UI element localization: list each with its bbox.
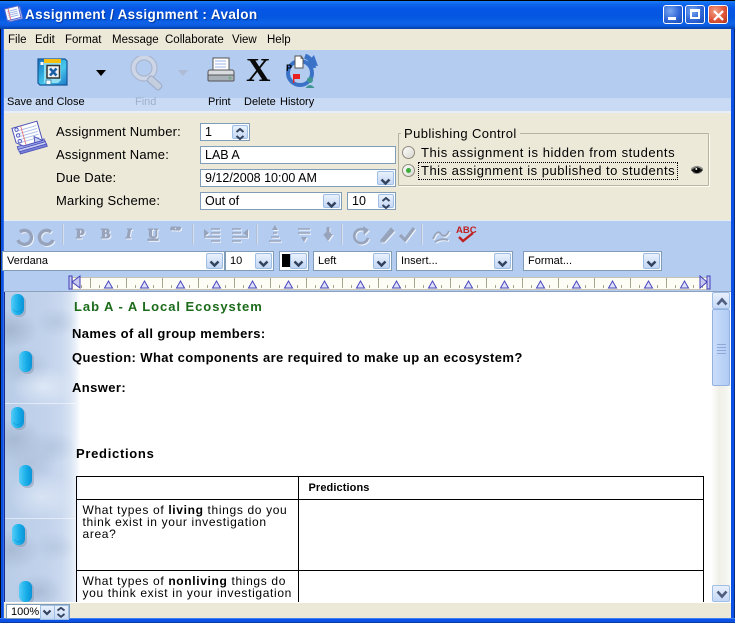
svg-text:ABC: ABC (456, 225, 477, 236)
svg-text:U: U (148, 227, 158, 242)
svg-text:P: P (286, 63, 292, 73)
svg-text:B: B (101, 227, 110, 242)
svg-text:I: I (125, 227, 132, 242)
svg-text:“”: “” (170, 225, 181, 237)
svg-text:P: P (76, 227, 85, 242)
